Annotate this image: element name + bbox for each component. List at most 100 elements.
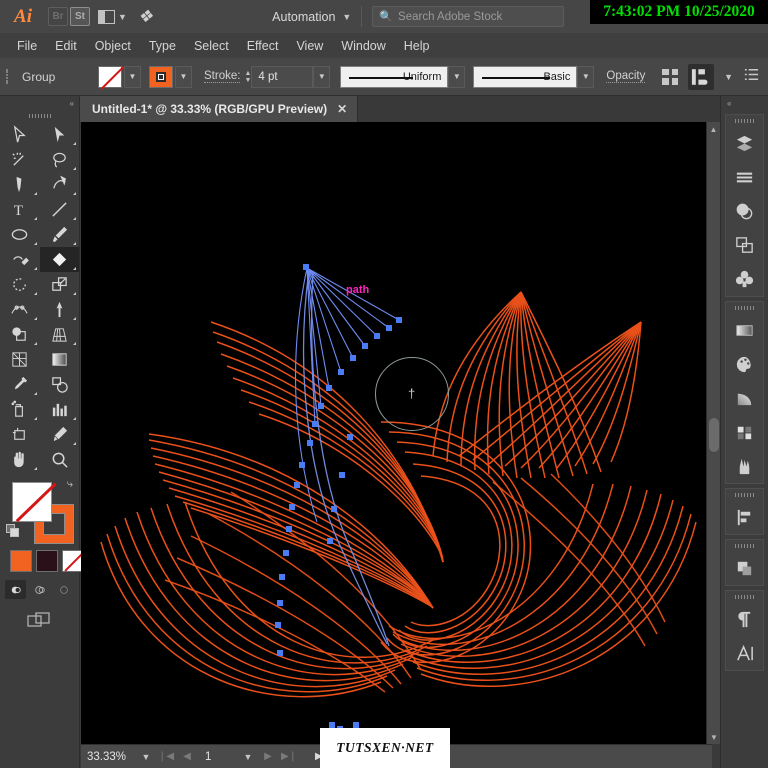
transform-chevron-down-icon[interactable]: ▼ xyxy=(724,72,733,82)
scroll-up-icon[interactable]: ▲ xyxy=(707,122,720,136)
stroke-profile-chevron-down-icon[interactable]: ▼ xyxy=(448,65,466,88)
selection-tool[interactable] xyxy=(0,122,40,147)
blend-tool[interactable] xyxy=(40,372,80,397)
align-panel-icon[interactable] xyxy=(726,500,763,534)
align-icon[interactable] xyxy=(662,68,679,85)
stroke-profile-select[interactable]: Uniform xyxy=(340,65,449,88)
menu-window[interactable]: Window xyxy=(332,36,394,56)
artboards-panel-icon[interactable] xyxy=(726,228,763,262)
artboard-canvas[interactable]: path † xyxy=(81,122,712,744)
tools-panel-grip[interactable] xyxy=(0,110,79,122)
arrange-documents-icon[interactable]: ▼ xyxy=(98,9,127,24)
free-transform-tool[interactable] xyxy=(40,297,80,322)
zoom-level-input[interactable]: 33.33% xyxy=(87,751,135,763)
go-to-discover-icon[interactable]: ❖ xyxy=(137,7,156,27)
dock-group-grip[interactable] xyxy=(726,302,763,313)
zoom-chevron-down-icon[interactable]: ▼ xyxy=(138,752,154,762)
first-artboard-button[interactable]: ❘◀ xyxy=(157,751,175,762)
eyedropper-tool[interactable] xyxy=(0,372,40,397)
menu-select[interactable]: Select xyxy=(185,36,238,56)
appearance-panel-icon[interactable] xyxy=(726,194,763,228)
menu-help[interactable]: Help xyxy=(395,36,439,56)
perspective-grid-tool[interactable] xyxy=(40,322,80,347)
menu-edit[interactable]: Edit xyxy=(46,36,86,56)
artboard-tool[interactable] xyxy=(0,422,40,447)
symbol-sprayer-tool[interactable] xyxy=(0,397,40,422)
bridge-icon[interactable]: Br xyxy=(48,7,68,26)
ellipse-tool[interactable] xyxy=(0,222,40,247)
magic-wand-tool[interactable] xyxy=(0,147,40,172)
dock-group-grip[interactable] xyxy=(726,591,763,602)
previous-artboard-button[interactable]: ◀ xyxy=(178,751,196,762)
stepper-down-icon[interactable]: ▼ xyxy=(244,77,251,84)
document-tab[interactable]: Untitled-1* @ 33.33% (RGB/GPU Preview) ✕ xyxy=(80,96,359,122)
stroke-weight-chevron-down-icon[interactable]: ▼ xyxy=(313,65,331,88)
pathfinder-panel-icon[interactable] xyxy=(726,551,763,585)
draw-normal-icon[interactable] xyxy=(5,580,26,599)
transform-arrange-icon[interactable] xyxy=(688,63,715,90)
rotate-tool[interactable] xyxy=(0,272,40,297)
automation-menu[interactable]: Automation ▼ xyxy=(272,10,351,24)
fill-color-box[interactable] xyxy=(12,482,52,522)
next-artboard-button[interactable]: ▶ xyxy=(259,751,277,762)
color-swatch-button[interactable] xyxy=(10,550,32,572)
brush-definition-select[interactable]: Basic xyxy=(473,65,578,88)
width-tool[interactable] xyxy=(0,297,40,322)
dock-collapse-button[interactable]: « xyxy=(721,96,768,110)
stroke-panel-icon[interactable] xyxy=(726,381,763,415)
swap-fill-stroke-icon[interactable]: ⤷ xyxy=(67,478,73,491)
default-fill-stroke-icon[interactable] xyxy=(6,524,20,538)
stock-icon[interactable]: St xyxy=(70,7,90,26)
control-bar-grip[interactable] xyxy=(6,66,12,88)
swatches-panel-icon[interactable] xyxy=(726,415,763,449)
menu-object[interactable]: Object xyxy=(86,36,140,56)
zoom-tool[interactable] xyxy=(40,447,80,472)
dock-group-grip[interactable] xyxy=(726,489,763,500)
search-adobe-stock-input[interactable]: 🔍 Search Adobe Stock xyxy=(372,6,565,27)
shaper-eraser-tool[interactable] xyxy=(39,247,79,272)
layers-panel-icon[interactable] xyxy=(726,126,763,160)
slice-tool[interactable] xyxy=(40,422,80,447)
menu-effect[interactable]: Effect xyxy=(238,36,288,56)
stroke-weight-label[interactable]: Stroke: xyxy=(204,70,241,83)
properties-panel-icon[interactable] xyxy=(726,160,763,194)
artboard-chevron-down-icon[interactable]: ▼ xyxy=(240,752,256,762)
color-panel-icon[interactable] xyxy=(726,347,763,381)
stroke-dropdown-chevron-down-icon[interactable]: ▼ xyxy=(175,65,192,88)
curvature-tool[interactable] xyxy=(40,172,80,197)
mesh-tool[interactable] xyxy=(0,347,40,372)
scroll-down-icon[interactable]: ▼ xyxy=(707,730,721,744)
pencil-tool[interactable] xyxy=(0,247,40,272)
canvas-vertical-scrollbar[interactable]: ▲ ▼ xyxy=(706,122,720,744)
paragraph-panel-icon[interactable] xyxy=(726,602,763,636)
stroke-swatch-orange[interactable] xyxy=(149,65,173,88)
stroke-weight-input[interactable]: 4 pt xyxy=(251,65,314,88)
gradient-panel-icon[interactable] xyxy=(726,313,763,347)
last-artboard-button[interactable]: ▶❘ xyxy=(280,751,298,762)
gradient-swatch-button[interactable] xyxy=(36,550,58,572)
fill-dropdown-chevron-down-icon[interactable]: ▼ xyxy=(124,65,141,88)
stroke-weight-stepper[interactable]: ▲ ▼ xyxy=(244,70,251,84)
gradient-tool[interactable] xyxy=(40,347,80,372)
opacity-label[interactable]: Opacity xyxy=(606,70,646,83)
brushes-panel-icon[interactable] xyxy=(726,449,763,483)
column-graph-tool[interactable] xyxy=(40,397,80,422)
vertical-scroll-thumb[interactable] xyxy=(709,418,719,452)
type-tool[interactable]: T xyxy=(0,197,40,222)
pen-tool[interactable] xyxy=(0,172,40,197)
line-segment-tool[interactable] xyxy=(40,197,80,222)
screen-mode-icon[interactable] xyxy=(0,611,79,629)
menu-file[interactable]: File xyxy=(8,36,46,56)
dock-group-grip[interactable] xyxy=(726,540,763,551)
brush-definition-chevron-down-icon[interactable]: ▼ xyxy=(577,65,595,88)
lasso-tool[interactable] xyxy=(40,147,80,172)
character-panel-icon[interactable] xyxy=(726,636,763,670)
dock-group-grip[interactable] xyxy=(726,115,763,126)
fill-swatch-none[interactable] xyxy=(98,65,122,88)
draw-behind-icon[interactable] xyxy=(29,580,50,599)
shape-builder-tool[interactable] xyxy=(0,322,40,347)
draw-inside-icon[interactable] xyxy=(53,580,74,599)
hand-tool[interactable] xyxy=(0,447,40,472)
paintbrush-tool[interactable] xyxy=(40,222,80,247)
fill-swatch-group[interactable]: ▼ xyxy=(98,65,141,88)
